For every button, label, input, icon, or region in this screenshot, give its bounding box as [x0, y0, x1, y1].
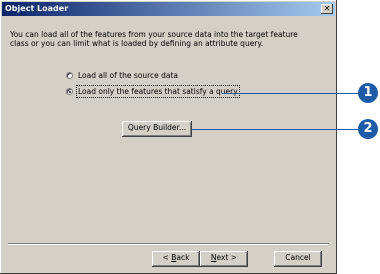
- next-button[interactable]: Next >: [200, 251, 248, 267]
- query-builder-button[interactable]: Query Builder...: [122, 121, 192, 137]
- callout-line-2: [192, 129, 364, 130]
- title-bar[interactable]: Object Loader ✕: [2, 2, 335, 16]
- footer-separator: [8, 243, 329, 245]
- object-loader-dialog: Object Loader ✕ You can load all of the …: [0, 0, 337, 274]
- close-button[interactable]: ✕: [321, 4, 333, 14]
- radio-button[interactable]: [66, 72, 73, 79]
- radio-button-selected[interactable]: [66, 88, 73, 95]
- window-title: Object Loader: [5, 4, 69, 13]
- callout-badge-2: 2: [358, 119, 378, 139]
- callout-line-1: [222, 93, 364, 94]
- option-load-query[interactable]: Load only the features that satisfy a qu…: [66, 85, 240, 98]
- callout-badge-1: 1: [358, 83, 378, 103]
- description-text: You can load all of the features from yo…: [10, 30, 298, 48]
- close-icon: ✕: [323, 4, 331, 13]
- back-button[interactable]: < Back: [152, 251, 200, 267]
- option-load-all[interactable]: Load all of the source data: [66, 70, 178, 81]
- cancel-button[interactable]: Cancel: [274, 251, 322, 267]
- option-label: Load only the features that satisfy a qu…: [76, 85, 240, 98]
- option-label: Load all of the source data: [78, 71, 179, 80]
